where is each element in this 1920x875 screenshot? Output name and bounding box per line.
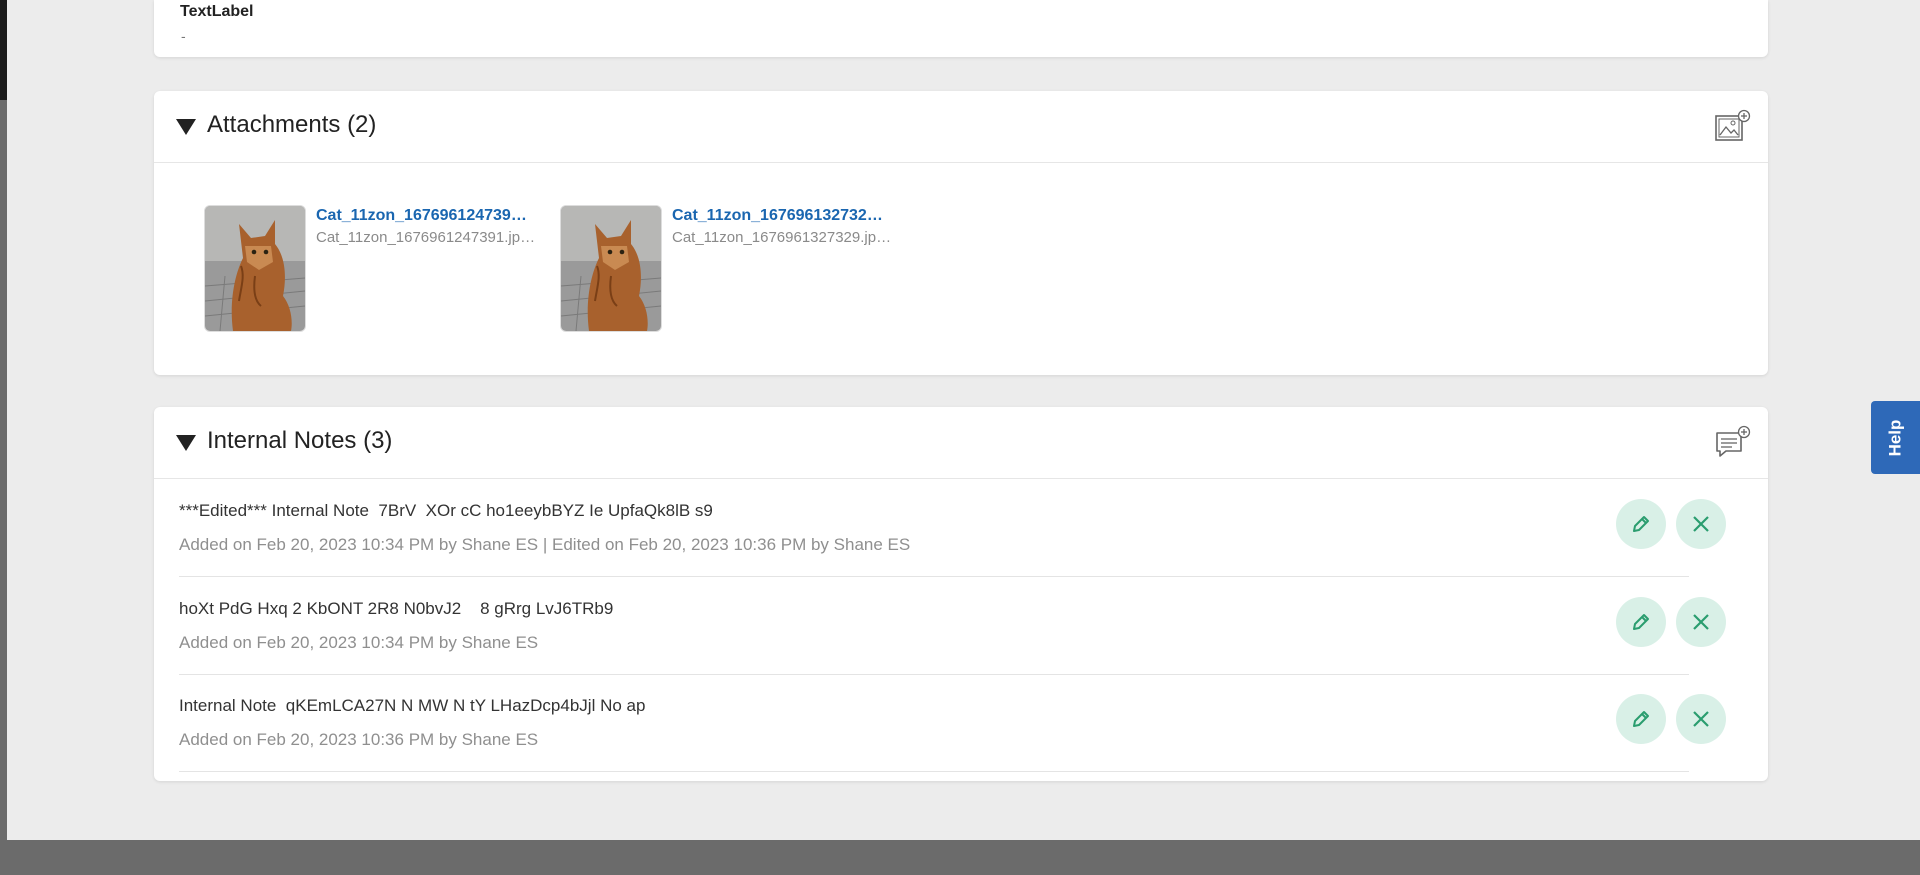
edit-note-button[interactable] <box>1616 694 1666 744</box>
field-label: TextLabel <box>180 3 254 20</box>
delete-note-button[interactable] <box>1676 694 1726 744</box>
attachments-card: Attachments (2) Cat_11zon_167696124739… … <box>154 91 1768 375</box>
note-text: ***Edited*** Internal Note 7BrV XOr cC h… <box>179 501 713 520</box>
note-text: Internal Note qKEmLCA27N N MW N tY LHazD… <box>179 696 646 715</box>
help-button[interactable]: Help <box>1871 401 1920 474</box>
notes-title[interactable]: Internal Notes (3) <box>207 427 392 455</box>
attachment-link[interactable]: Cat_11zon_167696132732… <box>672 207 883 225</box>
internal-notes-card: Internal Notes (3) ***Edited*** Internal… <box>154 407 1768 781</box>
pencil-icon <box>1633 614 1649 630</box>
note-text: hoXt PdG Hxq 2 KbONT 2R8 N0bvJ2 8 gRrg L… <box>179 599 614 618</box>
delete-note-button[interactable] <box>1676 499 1726 549</box>
attachment-filename: Cat_11zon_1676961327329.jp… <box>672 229 892 246</box>
attachments-title[interactable]: Attachments (2) <box>207 111 376 139</box>
notes-header: Internal Notes (3) <box>154 407 1768 479</box>
details-card: TextLabel - <box>154 0 1768 57</box>
collapse-toggle-icon[interactable] <box>176 435 196 451</box>
note-meta: Added on Feb 20, 2023 10:36 PM by Shane … <box>179 730 539 749</box>
close-icon <box>1693 711 1709 727</box>
attachments-header: Attachments (2) <box>154 91 1768 163</box>
pencil-icon <box>1633 711 1649 727</box>
background-strip <box>0 0 7 100</box>
note-item: ***Edited*** Internal Note 7BrV XOr cC h… <box>179 479 1726 577</box>
attachment-filename: Cat_11zon_1676961247391.jp… <box>316 229 536 246</box>
attachment-link[interactable]: Cat_11zon_167696124739… <box>316 207 527 225</box>
note-add-icon[interactable] <box>1714 425 1752 461</box>
field-value: - <box>181 28 186 44</box>
modal-content: TextLabel - Attachments (2) Cat_11zon_16… <box>7 0 1920 840</box>
note-item: hoXt PdG Hxq 2 KbONT 2R8 N0bvJ2 8 gRrg L… <box>179 577 1726 675</box>
help-label: Help <box>1885 419 1905 456</box>
delete-note-button[interactable] <box>1676 597 1726 647</box>
close-icon <box>1693 614 1709 630</box>
attachment-thumbnail[interactable] <box>204 205 306 332</box>
note-meta: Added on Feb 20, 2023 10:34 PM by Shane … <box>179 535 911 554</box>
collapse-toggle-icon[interactable] <box>176 119 196 135</box>
attachment-thumbnail[interactable] <box>560 205 662 332</box>
edit-note-button[interactable] <box>1616 499 1666 549</box>
image-add-icon[interactable] <box>1714 109 1752 145</box>
edit-note-button[interactable] <box>1616 597 1666 647</box>
cat-image <box>561 206 661 331</box>
note-item: Internal Note qKEmLCA27N N MW N tY LHazD… <box>179 674 1726 772</box>
cat-image <box>205 206 305 331</box>
pencil-icon <box>1633 516 1649 532</box>
note-meta: Added on Feb 20, 2023 10:34 PM by Shane … <box>179 633 539 652</box>
close-icon <box>1693 516 1709 532</box>
